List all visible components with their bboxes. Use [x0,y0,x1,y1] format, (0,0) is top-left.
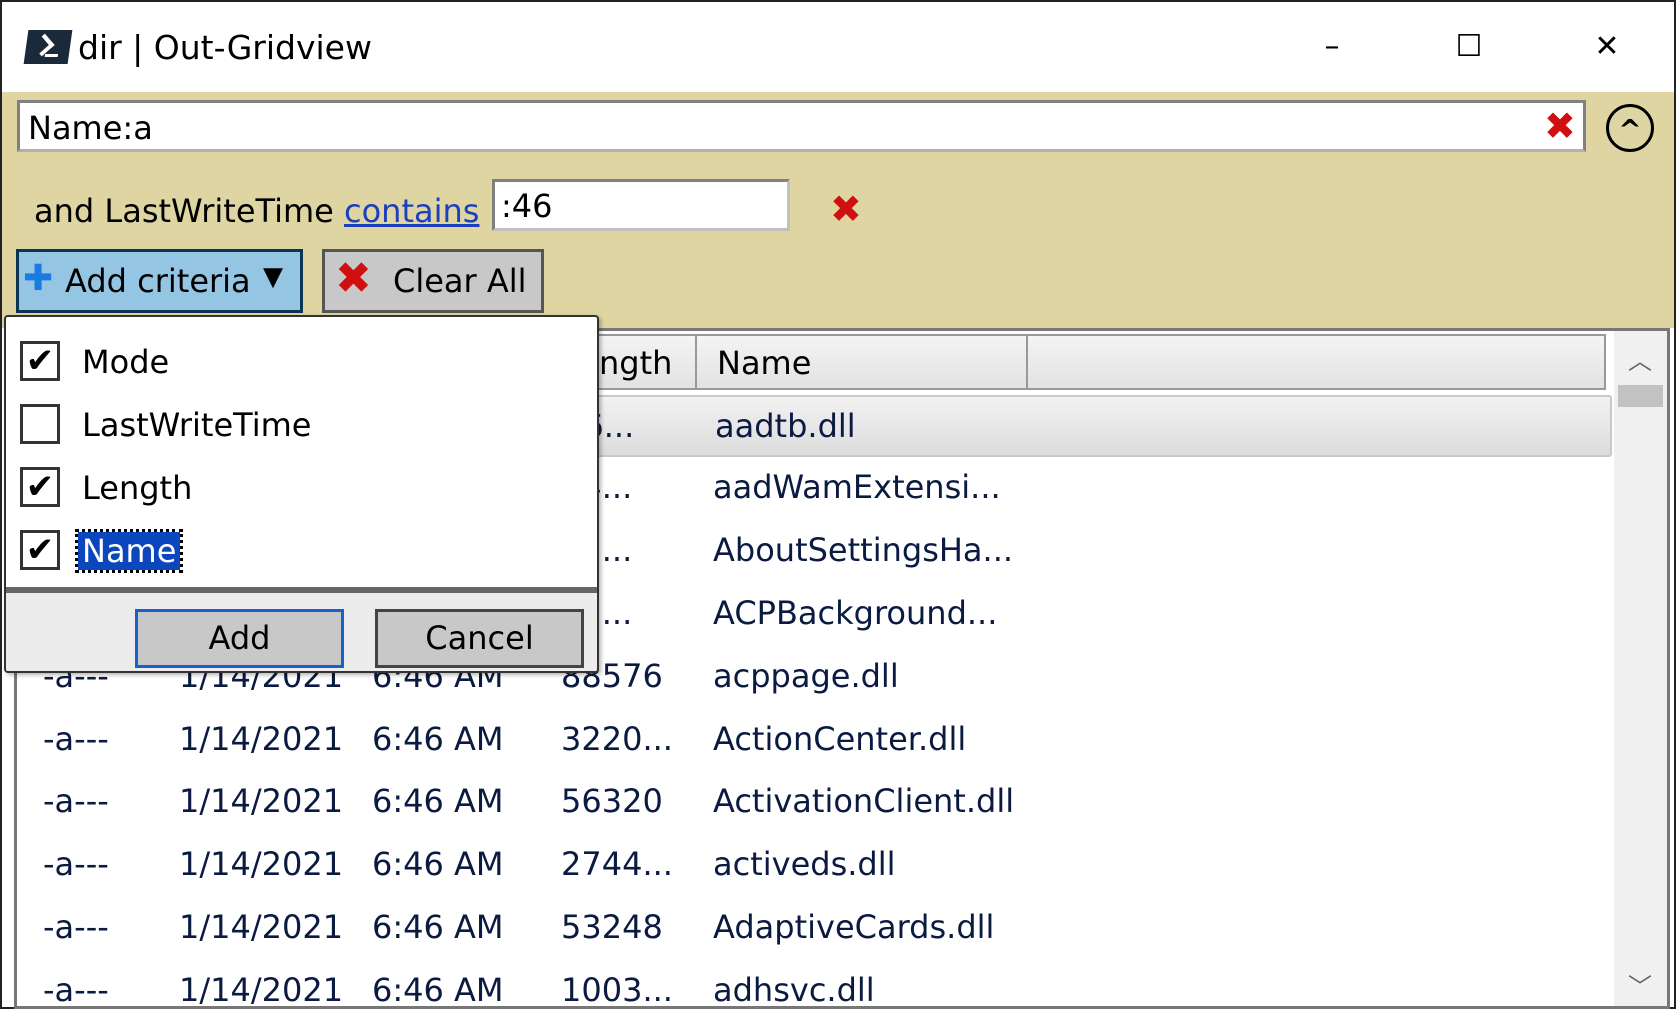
scroll-down-icon[interactable]: ﹀ [1628,967,1652,1002]
cell-mode: -a--- [43,719,109,758]
cell-name: acppage.dll [713,656,899,695]
column-header-name[interactable]: Name [695,334,1028,390]
checkbox-label: Mode [82,343,170,381]
cell-time: 6:46 AM [372,719,504,758]
checkbox-label: Length [82,469,193,507]
clear-all-button[interactable]: ✖ Clear All [322,249,544,313]
checkbox[interactable]: ✔ [20,530,60,570]
scroll-up-icon[interactable]: ︿ [1628,341,1652,376]
cell-length: 56320 [561,782,663,821]
cell-date: 1/14/2021 [179,845,344,884]
table-row[interactable]: -a--- 1/14/2021 6:46 AM 3220... ActionCenter… [17,710,1612,772]
column-header-empty [1026,334,1606,390]
cell-mode: -a--- [43,845,109,884]
checkbox[interactable] [20,404,60,444]
add-criteria-button[interactable]: ✚ Add criteria ▼ [16,249,303,313]
table-row[interactable]: -a--- 1/14/2021 6:46 AM 53248 AdaptiveCards.… [17,898,1612,960]
filter-input[interactable]: Name:a ✖ [17,100,1586,152]
cell-name: aadWamExtensi... [713,467,1001,506]
cell-date: 1/14/2021 [179,908,344,947]
add-button[interactable]: Add [135,609,344,668]
cell-name: AboutSettingsHa... [713,530,1014,569]
cell-length: 53248 [561,908,663,947]
cell-time: 6:46 AM [372,971,504,1009]
checkbox-label: LastWriteTime [82,406,312,444]
minimize-button[interactable]: – [1297,22,1367,72]
close-button[interactable]: ✕ [1572,22,1642,72]
scrollbar-thumb[interactable] [1618,385,1663,407]
cell-date: 1/14/2021 [179,719,344,758]
vertical-scrollbar[interactable]: ︿ ﹀ [1614,331,1667,1006]
cancel-button[interactable]: Cancel [375,609,584,668]
collapse-filter-button[interactable]: ^ [1606,104,1654,152]
checkbox[interactable]: ✔ [20,467,60,507]
criteria-property: LastWriteTime [104,192,334,230]
cell-date: 1/14/2021 [179,782,344,821]
cell-mode: -a--- [43,782,109,821]
criteria-label: and LastWriteTime contains [34,192,479,230]
criteria-operator-link[interactable]: contains [344,192,479,230]
table-row[interactable]: -a--- 1/14/2021 6:46 AM 1003... adhsvc.dll [17,961,1612,1009]
criteria-value-input[interactable]: :46 [492,179,790,231]
cell-mode: -a--- [43,908,109,947]
powershell-icon [23,30,73,64]
dropdown-arrow-icon: ▼ [263,262,283,292]
cell-time: 6:46 AM [372,908,504,947]
popup-footer: Add Cancel [6,587,597,671]
cell-length: 2744... [561,845,673,884]
cell-name: ACPBackground... [713,593,998,632]
cell-length: 1003... [561,971,673,1009]
table-row[interactable]: -a--- 1/14/2021 6:46 AM 2744... activeds.dll [17,835,1612,897]
cell-date: 1/14/2021 [179,971,344,1009]
checkbox-label: Name [74,529,184,573]
clear-all-label: Clear All [393,262,527,300]
checkbox[interactable]: ✔ [20,341,60,381]
cell-time: 6:46 AM [372,845,504,884]
chevron-up-icon: ^ [1618,113,1642,146]
criteria-conjunction: and [34,192,95,230]
filter-panel: Name:a ✖ ^ and LastWriteTime contains :4… [2,92,1674,328]
cell-name: AdaptiveCards.dll [713,908,995,947]
window-title: dir | Out-Gridview [78,28,372,67]
cell-name: ActionCenter.dll [713,719,967,758]
cell-name: ActivationClient.dll [713,782,1015,821]
filter-input-value: Name:a [28,109,153,147]
plus-icon: ✚ [23,258,54,299]
cell-mode: -a--- [43,971,109,1009]
clear-filter-icon[interactable]: ✖ [1544,107,1576,145]
remove-criteria-icon[interactable]: ✖ [830,190,862,228]
cell-name: activeds.dll [713,845,896,884]
clear-all-icon: ✖ [335,253,372,304]
criteria-value: :46 [501,187,553,225]
title-bar: dir | Out-Gridview – ☐ ✕ [2,2,1674,92]
cell-name: adhsvc.dll [713,971,875,1009]
add-criteria-label: Add criteria [65,262,251,300]
cell-length: 3220... [561,719,673,758]
maximize-button[interactable]: ☐ [1434,22,1504,72]
add-criteria-popup: ✔ Mode LastWriteTime ✔ Length ✔ Name Add Cance… [4,315,599,673]
cell-time: 6:46 AM [372,782,504,821]
cell-name: aadtb.dll [715,407,856,445]
window: dir | Out-Gridview – ☐ ✕ Name:a ✖ ^ and … [0,0,1676,1009]
table-row[interactable]: -a--- 1/14/2021 6:46 AM 56320 ActivationClie… [17,772,1612,834]
